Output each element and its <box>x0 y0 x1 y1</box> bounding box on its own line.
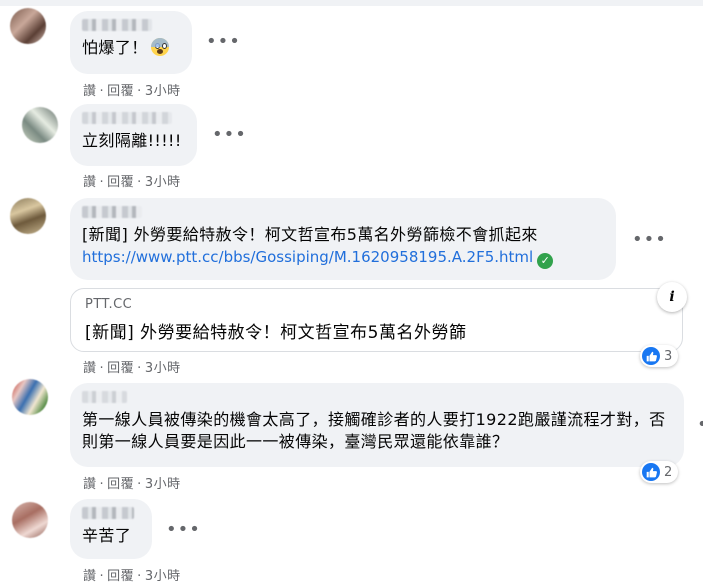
timestamp[interactable]: 3小時 <box>145 175 181 190</box>
like-link[interactable]: 讚 <box>83 175 97 190</box>
face-screaming-in-fear-icon <box>150 38 169 56</box>
comment-bubble: 立刻隔離!!!!! <box>70 104 197 166</box>
more-options-icon[interactable]: ••• <box>166 521 201 539</box>
commenter-name[interactable] <box>82 19 152 31</box>
thumbs-up-icon <box>642 347 660 365</box>
avatar[interactable] <box>12 502 48 538</box>
more-options-icon[interactable]: ••• <box>632 231 667 249</box>
commenter-name[interactable] <box>82 507 134 519</box>
preview-domain: PTT.CC <box>85 297 133 312</box>
reaction-count[interactable]: 2 <box>640 461 679 483</box>
reply-link[interactable]: 回覆 <box>107 477 134 492</box>
check-circle-icon: ✓ <box>537 253 554 269</box>
comment-actions: 讚 · 回覆 · 3小時 <box>83 477 181 492</box>
commenter-name[interactable] <box>82 206 142 218</box>
like-link[interactable]: 讚 <box>83 477 97 492</box>
link-preview-card[interactable]: PTT.CC [新聞] 外勞要給特赦令！柯文哲宣布5萬名外勞篩 <box>70 288 683 352</box>
preview-title: [新聞] 外勞要給特赦令！柯文哲宣布5萬名外勞篩 <box>85 323 467 343</box>
comment-bubble: 第一線人員被傳染的機會太高了，接觸確診者的人要打1922跑嚴謹流程才對，否則第一… <box>70 383 684 467</box>
reply-link[interactable]: 回覆 <box>107 84 134 99</box>
timestamp[interactable]: 3小時 <box>145 84 181 99</box>
comment-text: 立刻隔離!!!!! <box>82 131 182 150</box>
comment-actions: 讚 · 回覆 · 3小時 <box>83 175 181 190</box>
reaction-count[interactable]: 3 <box>640 345 679 367</box>
reply-link[interactable]: 回覆 <box>107 175 134 190</box>
more-options-icon[interactable]: ••• <box>212 126 247 144</box>
top-divider <box>0 0 703 6</box>
timestamp[interactable]: 3小時 <box>145 361 181 376</box>
avatar[interactable] <box>10 8 46 44</box>
more-options-icon[interactable]: ••• <box>697 420 703 430</box>
comment-text: 第一線人員被傳染的機會太高了，接觸確診者的人要打1922跑嚴謹流程才對，否則第一… <box>82 410 666 451</box>
reaction-count-label: 2 <box>664 464 673 480</box>
more-options-icon[interactable]: ••• <box>206 33 241 51</box>
comment-bubble: 辛苦了 <box>70 499 152 559</box>
thumbs-up-icon <box>642 463 660 481</box>
avatar[interactable] <box>22 107 58 143</box>
reply-link[interactable]: 回覆 <box>107 361 134 376</box>
comment-actions: 讚 · 回覆 · 3小時 <box>83 84 181 99</box>
comment-text: 辛苦了 <box>82 526 132 545</box>
info-icon[interactable]: i <box>657 282 687 312</box>
timestamp[interactable]: 3小時 <box>145 477 181 492</box>
comment-bubble: 怕爆了！ <box>70 11 192 74</box>
like-link[interactable]: 讚 <box>83 361 97 376</box>
comment-text: [新聞] 外勞要給特赦令！柯文哲宣布5萬名外勞篩檢不會抓起來 <box>82 225 538 244</box>
comment-link[interactable]: https://www.ptt.cc/bbs/Gossiping/M.16209… <box>82 248 533 266</box>
reaction-count-label: 3 <box>664 348 673 364</box>
comment-actions: 讚 · 回覆 · 3小時 <box>83 361 181 376</box>
avatar[interactable] <box>10 198 46 234</box>
comment-actions: 讚 · 回覆 · 3小時 <box>83 569 181 584</box>
comment-text: 怕爆了！ <box>82 38 148 57</box>
like-link[interactable]: 讚 <box>83 84 97 99</box>
commenter-name[interactable] <box>82 391 127 403</box>
comment-bubble: [新聞] 外勞要給特赦令！柯文哲宣布5萬名外勞篩檢不會抓起來 https://w… <box>70 198 616 280</box>
commenter-name[interactable] <box>82 112 172 124</box>
avatar[interactable] <box>12 379 48 415</box>
